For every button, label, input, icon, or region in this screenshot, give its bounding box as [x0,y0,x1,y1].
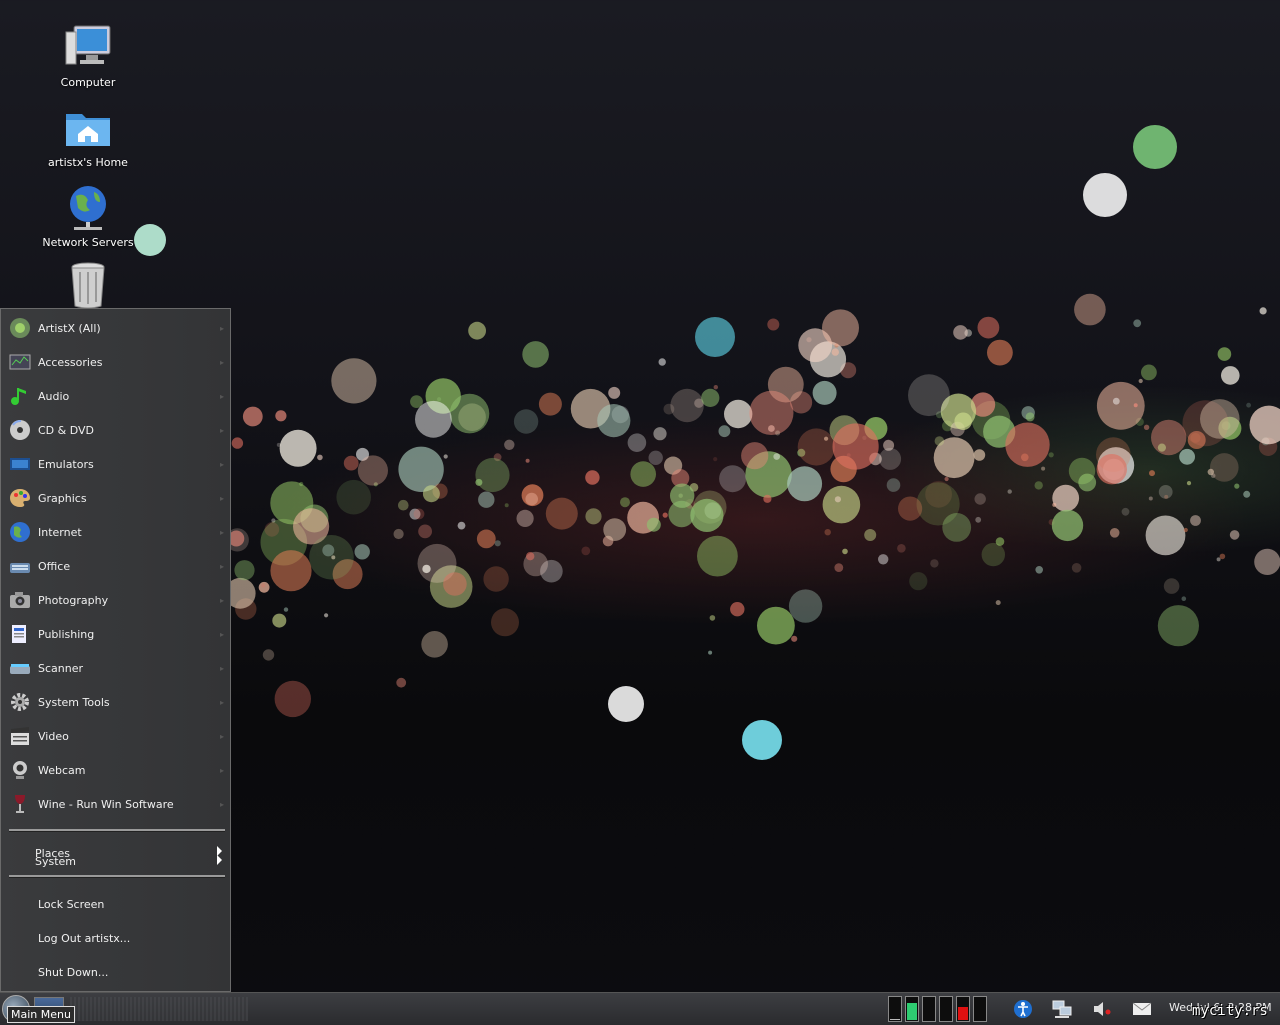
watermark: mycity.rs [1192,1003,1268,1019]
main-menu: ArtistX (All)▸Accessories▸Audio▸CD & DVD… [0,308,231,992]
menu-item-label: System [35,855,76,868]
cd-dvd-icon [9,419,31,441]
office-icon [9,555,31,577]
submenu-arrow-icon: ▸ [220,664,224,673]
menu-item-label: Shut Down... [38,966,108,979]
menu-item-internet[interactable]: Internet ▸ [1,515,230,549]
computer-icon [64,24,112,72]
system-monitor-graph [888,996,902,1022]
menu-item-label: Accessories [38,356,102,369]
accessories-icon [9,351,31,373]
menu-item-label: Audio [38,390,69,403]
submenu-arrow-icon: ▸ [220,698,224,707]
audio-note-icon [9,385,31,407]
submenu-arrow-icon: ▸ [220,562,224,571]
menu-separator [9,875,225,878]
submenu-arrow-icon: ▸ [220,494,224,503]
menu-item-emulators[interactable]: Emulators ▸ [1,447,230,481]
scanner-icon [9,657,31,679]
menu-item-webcam[interactable]: Webcam ▸ [1,753,230,787]
main-menu-tooltip: Main Menu [7,1006,75,1023]
submenu-arrow-icon: ▸ [220,392,224,401]
menu-item-label: ArtistX (All) [38,322,101,335]
menu-item-label: Webcam [38,764,86,777]
menu-item-label: Wine - Run Win Software [38,798,174,811]
menu-item-system[interactable]: System [1,854,230,868]
artistx-icon [9,317,31,339]
submenu-arrow-icon: ▸ [220,766,224,775]
desktop-icon-home[interactable]: artistx's Home [38,104,138,169]
menu-item-artistx-all[interactable]: ArtistX (All) ▸ [1,311,230,345]
mail-icon[interactable] [1132,999,1152,1019]
menu-separator [9,829,225,832]
menu-item-log-out[interactable]: Log Out artistx... [1,921,230,955]
menu-item-label: Scanner [38,662,83,675]
palette-icon [9,487,31,509]
menu-item-scanner[interactable]: Scanner ▸ [1,651,230,685]
menu-item-label: Photography [38,594,108,607]
webcam-icon [9,759,31,781]
menu-item-label: System Tools [38,696,110,709]
menu-item-video[interactable]: Video ▸ [1,719,230,753]
submenu-arrow-icon: ▸ [220,528,224,537]
accessibility-icon[interactable] [1013,999,1033,1019]
menu-item-shut-down[interactable]: Shut Down... [1,955,230,989]
menu-item-cd-dvd[interactable]: CD & DVD ▸ [1,413,230,447]
system-monitor-graph [973,996,987,1022]
submenu-arrow-icon [217,855,222,865]
system-monitor-graph [956,996,970,1022]
system-monitor-graph [922,996,936,1022]
desktop-icon-label: Computer [61,76,116,89]
desktop-icon-network[interactable]: Network Servers [38,184,138,249]
menu-item-wine-run-win-software[interactable]: Wine - Run Win Software ▸ [1,787,230,821]
volume-muted-icon[interactable] [1092,999,1112,1019]
submenu-arrow-icon: ▸ [220,800,224,809]
menu-item-audio[interactable]: Audio ▸ [1,379,230,413]
submenu-arrow-icon: ▸ [220,596,224,605]
menu-item-publishing[interactable]: Publishing ▸ [1,617,230,651]
network-globe-icon [64,184,112,232]
trash-icon [64,262,112,310]
task-list[interactable] [70,997,248,1021]
submenu-arrow-icon: ▸ [220,732,224,741]
system-monitor-graph [939,996,953,1022]
submenu-arrow-icon: ▸ [220,358,224,367]
emulators-icon [9,453,31,475]
submenu-arrow-icon: ▸ [220,324,224,333]
menu-item-label: Graphics [38,492,87,505]
system-monitor-graph [905,996,919,1022]
desktop-icon-label: artistx's Home [48,156,128,169]
menu-item-label: Log Out artistx... [38,932,130,945]
gear-icon [9,691,31,713]
taskbar: Wed Jul 6, 8:28 PM [0,992,1280,1025]
publishing-icon [9,623,31,645]
submenu-arrow-icon: ▸ [220,426,224,435]
menu-item-label: CD & DVD [38,424,94,437]
clapperboard-icon [9,725,31,747]
globe-icon [9,521,31,543]
menu-item-accessories[interactable]: Accessories ▸ [1,345,230,379]
wine-glass-icon [9,793,31,815]
menu-item-lock-screen[interactable]: Lock Screen [1,887,230,921]
menu-item-label: Video [38,730,69,743]
menu-item-label: Internet [38,526,82,539]
submenu-arrow-icon: ▸ [220,630,224,639]
home-folder-icon [64,104,112,152]
menu-item-label: Lock Screen [38,898,104,911]
menu-item-office[interactable]: Office ▸ [1,549,230,583]
submenu-arrow-icon: ▸ [220,460,224,469]
menu-item-label: Office [38,560,70,573]
network-icon[interactable] [1052,999,1072,1019]
menu-item-photography[interactable]: Photography ▸ [1,583,230,617]
desktop-icon-trash[interactable] [38,262,138,314]
desktop-icon-label: Network Servers [42,236,133,249]
desktop-icon-computer[interactable]: Computer [38,24,138,89]
system-monitor[interactable] [888,996,990,1023]
menu-item-graphics[interactable]: Graphics ▸ [1,481,230,515]
menu-item-label: Emulators [38,458,94,471]
menu-item-system-tools[interactable]: System Tools ▸ [1,685,230,719]
menu-item-label: Publishing [38,628,94,641]
camera-icon [9,589,31,611]
